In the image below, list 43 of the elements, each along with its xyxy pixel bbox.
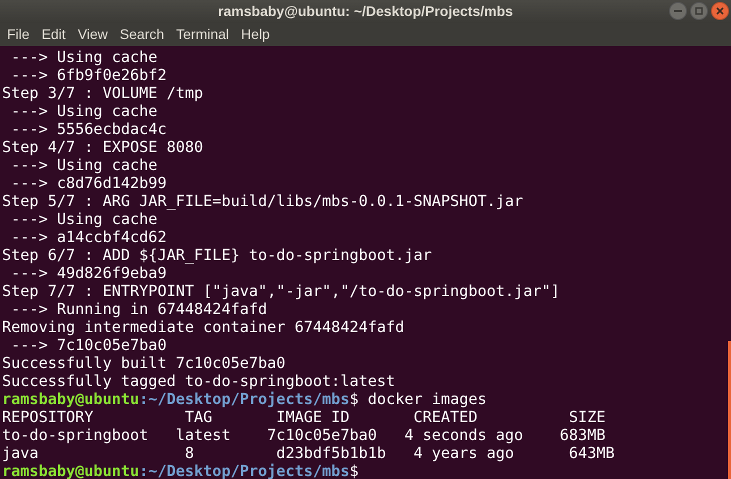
output-line: Step 5/7 : ARG JAR_FILE=build/libs/mbs-0.0.1-SNAPSHOT.jar — [2, 192, 524, 210]
menu-item[interactable]: Search — [114, 24, 170, 45]
output-line: ---> Using cache — [10, 156, 158, 174]
prompt-path: :~/Desktop/Projects/mbs — [139, 390, 350, 408]
output-line: Removing intermediate container 67448424fafd — [2, 318, 404, 336]
output-line: Step 7/7 : ENTRYPOINT ["java","-jar","/to-do-springboot.jar"] — [2, 282, 560, 300]
minimize-icon — [674, 10, 682, 12]
close-button[interactable] — [711, 2, 729, 20]
close-icon — [716, 7, 724, 15]
menu-item[interactable]: Terminal — [170, 24, 236, 45]
minimize-button[interactable] — [669, 2, 687, 20]
output-line: ---> Using cache — [10, 102, 158, 120]
output-line: ---> 49d826f9eba9 — [10, 264, 167, 282]
menu-item[interactable]: Edit — [36, 24, 72, 45]
output-line: Step 6/7 : ADD ${JAR_FILE} to-do-springboot.jar — [2, 246, 432, 264]
menu-item[interactable]: Help — [235, 24, 276, 45]
menu-item[interactable]: View — [72, 24, 114, 45]
output-line: to-do-springboot latest 7c10c05e7ba0 4 seconds ago 683MB — [2, 426, 606, 444]
maximize-icon — [695, 7, 703, 15]
output-line: ---> c8d76d142b99 — [10, 174, 167, 192]
output-line: ---> 7c10c05e7ba0 — [10, 336, 167, 354]
output-line: REPOSITORY TAG IMAGE ID CREATED SIZE — [2, 408, 606, 426]
window-title: ramsbaby@ubuntu: ~/Desktop/Projects/mbs — [218, 2, 513, 21]
prompt-user: ramsbaby@ubuntu — [2, 390, 140, 408]
prompt-symbol: $ — [349, 462, 359, 479]
output-line: ---> 5556ecbdac4c — [10, 120, 167, 138]
output-line: Step 3/7 : VOLUME /tmp — [2, 84, 204, 102]
output-line: ---> 6fb9f0e26bf2 — [10, 66, 167, 84]
output-line: ---> a14ccbf4cd62 — [10, 228, 167, 246]
output-line: Successfully tagged to-do-springboot:latest — [2, 372, 396, 390]
output-line: ---> Using cache — [10, 48, 158, 66]
output-line: Successfully built 7c10c05e7ba0 — [2, 354, 286, 372]
prompt-symbol: $ — [349, 390, 359, 408]
command-text: docker images — [368, 390, 487, 408]
scrollbar-thumb[interactable] — [728, 341, 731, 479]
output-line: ---> Running in 67448424fafd — [10, 300, 268, 318]
output-line: java 8 d23bdf5b1b1b 4 years ago 643MB — [2, 444, 615, 462]
prompt-path: :~/Desktop/Projects/mbs — [139, 462, 350, 479]
prompt-user: ramsbaby@ubuntu — [2, 462, 140, 479]
output-line: ---> Using cache — [10, 210, 158, 228]
output-line: Step 4/7 : EXPOSE 8080 — [2, 138, 204, 156]
menu-item[interactable]: File — [1, 24, 36, 45]
maximize-button[interactable] — [690, 2, 708, 20]
